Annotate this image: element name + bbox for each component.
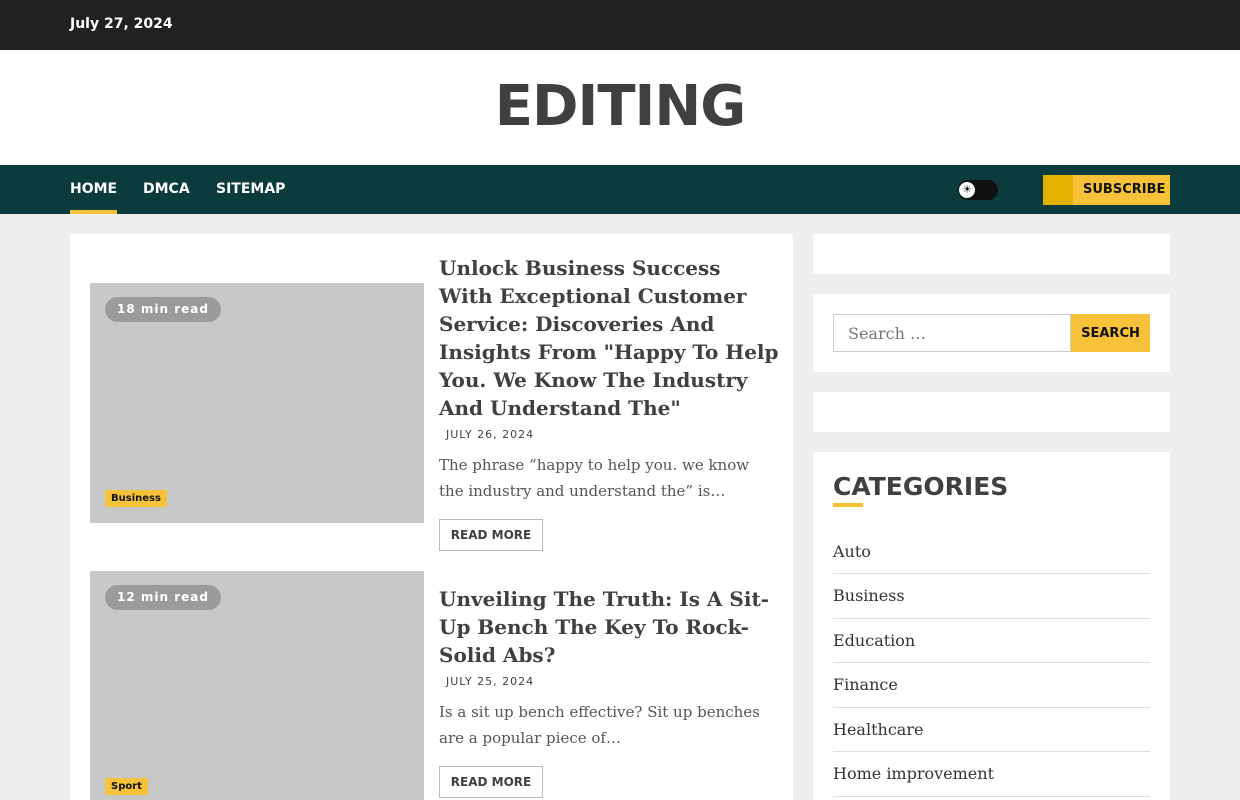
subscribe-label: SUBSCRIBE xyxy=(1083,182,1166,197)
nav-sitemap[interactable]: SITEMAP xyxy=(216,165,285,214)
sidebar-widget-empty xyxy=(813,392,1170,432)
post-title[interactable]: Unlock Business Success With Exceptional… xyxy=(439,254,779,422)
heading-underline xyxy=(833,503,863,507)
post-excerpt: The phrase “happy to help you. we know t… xyxy=(439,456,750,500)
category-item-healthcare[interactable]: Healthcare xyxy=(833,708,1150,753)
post-thumbnail[interactable]: 18 min read Business xyxy=(90,283,424,523)
sidebar-widget-empty xyxy=(813,234,1170,274)
category-item-education[interactable]: Education xyxy=(833,619,1150,664)
read-more-button[interactable]: READ MORE xyxy=(439,766,543,798)
dark-mode-toggle[interactable]: ☀ xyxy=(958,180,998,200)
read-time-badge: 12 min read xyxy=(105,585,221,610)
main-nav: HOME DMCA SITEMAP ☀ SUBSCRIBE xyxy=(0,165,1240,214)
read-time-badge: 18 min read xyxy=(105,297,221,322)
post-date: JULY 26, 2024 xyxy=(446,428,535,441)
category-badge[interactable]: Sport xyxy=(105,778,148,795)
search-input[interactable] xyxy=(833,314,1071,352)
bell-icon xyxy=(1043,175,1073,205)
current-date: July 27, 2024 xyxy=(70,16,173,32)
category-item-finance[interactable]: Finance xyxy=(833,663,1150,708)
categories-heading: CATEGORIES xyxy=(833,472,1009,501)
category-item-business[interactable]: Business xyxy=(833,574,1150,619)
post-thumbnail[interactable]: 12 min read Sport xyxy=(90,571,424,800)
masthead: EDITING xyxy=(0,50,1240,165)
search-widget: SEARCH xyxy=(813,294,1170,372)
read-more-button[interactable]: READ MORE xyxy=(439,519,543,551)
nav-home[interactable]: HOME xyxy=(70,165,118,214)
categories-widget: CATEGORIES Auto Business Education Finan… xyxy=(813,452,1170,800)
sun-icon: ☀ xyxy=(959,182,975,198)
nav-dmca[interactable]: DMCA xyxy=(143,165,190,214)
category-item-auto[interactable]: Auto xyxy=(833,532,1150,574)
category-badge[interactable]: Business xyxy=(105,490,167,507)
post-excerpt: Is a sit up bench effective? Sit up benc… xyxy=(439,703,760,747)
search-button[interactable]: SEARCH xyxy=(1071,314,1150,352)
site-title[interactable]: EDITING xyxy=(0,74,1240,139)
post-date: JULY 25, 2024 xyxy=(446,675,535,688)
category-item-home-improvement[interactable]: Home improvement xyxy=(833,752,1150,797)
top-bar: July 27, 2024 xyxy=(0,0,1240,50)
post-title[interactable]: Unveiling The Truth: Is A Sit-Up Bench T… xyxy=(439,585,779,669)
subscribe-button[interactable]: SUBSCRIBE xyxy=(1043,175,1170,205)
category-list: Auto Business Education Finance Healthca… xyxy=(833,532,1150,797)
